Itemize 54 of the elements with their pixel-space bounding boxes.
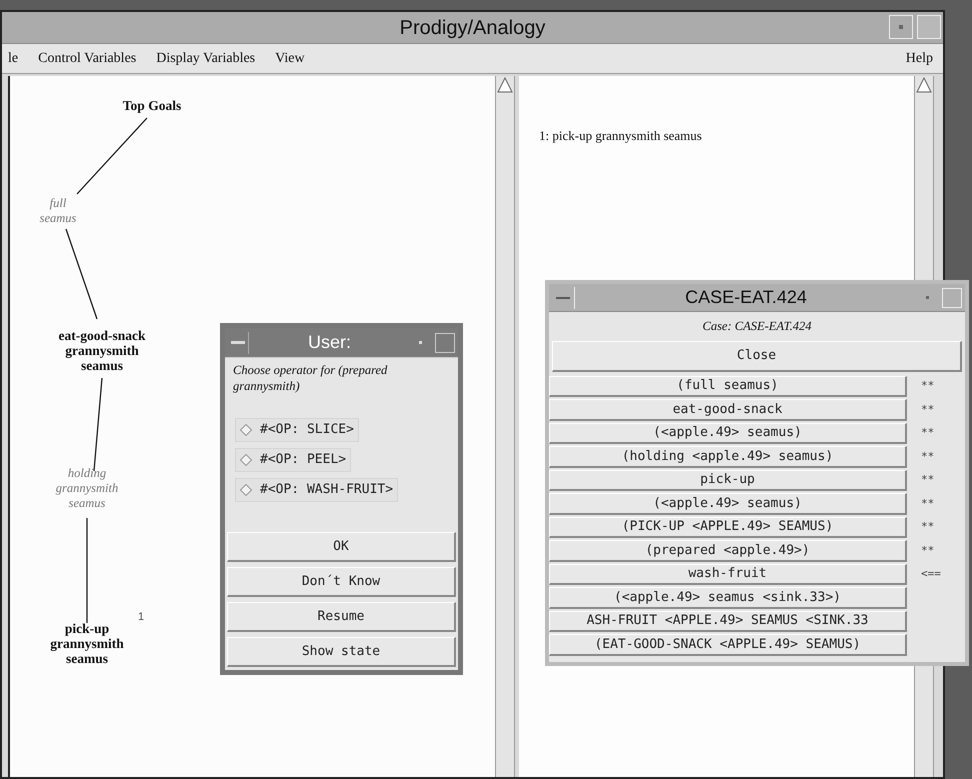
case-step-button[interactable]: ASH-FRUIT <APPLE.49> SEAMUS <SINK.33 [549,610,907,632]
step-marker: ** [921,425,934,442]
scroll-up-icon[interactable] [915,76,933,94]
case-step-button[interactable]: (<apple.49> seamus <sink.33>) [549,587,907,609]
step-marker: ** [921,378,934,394]
node-number: 1 [138,610,144,625]
plan-step: 1: pick-up grannysmith seamus [539,126,914,146]
dialog-button[interactable]: Resume [227,602,456,632]
step-marker: ** [921,402,934,418]
radio-option[interactable]: #<OP: WASH-FRUIT> [235,478,398,502]
goal-label: pick-up grannysmith seamus [50,621,124,666]
menu-item[interactable]: View [275,48,305,69]
case-step-button[interactable]: (full seamus) [549,376,907,398]
menu-item[interactable]: le [8,48,18,69]
case-step-button[interactable]: wash-fruit [549,564,907,586]
goal-label: Top Goals [122,98,182,113]
help-menu[interactable]: Help [906,48,933,69]
radio-icon[interactable] [240,454,252,466]
dialog-button[interactable]: OK [227,532,456,562]
dialog-title: CASE-EAT.424 [685,286,807,309]
step-marker: ** [921,519,934,536]
step-marker: ** [921,542,934,559]
state-label: holding grannysmith seamus [56,466,118,511]
radio-option[interactable]: #<OP: SLICE> [235,418,359,442]
minimize-icon[interactable] [889,15,913,39]
case-subtitle: Case: CASE-EAT.424 [701,318,812,335]
step-marker: <== [921,566,941,582]
state-label: full seamus [40,196,76,226]
case-step-button[interactable]: (prepared <apple.49>) [549,540,907,562]
menu-item[interactable]: Display Variables [156,48,256,69]
prompt-text: Choose operator for (prepared grannysmith) [232,362,388,394]
goal-label: eat-good-snack grannysmith seamus [58,328,146,373]
case-step-button[interactable]: (holding <apple.49> seamus) [549,446,907,468]
case-step-button[interactable]: (<apple.49> seamus) [549,493,907,515]
radio-icon[interactable] [240,424,252,436]
scrollbar[interactable] [495,76,515,777]
step-marker: ** [921,496,934,512]
case-step-button[interactable]: pick-up [549,470,907,492]
dialog-title: User: [308,331,351,354]
case-step-button[interactable]: eat-good-snack [549,399,907,421]
dialog-button[interactable]: Don´t Know [227,567,456,597]
scroll-up-icon[interactable] [496,76,514,94]
case-step-button[interactable]: (PICK-UP <APPLE.49> SEAMUS) [549,516,907,538]
step-marker: ** [921,448,934,465]
case-step-button[interactable]: (EAT-GOOD-SNACK <APPLE.49> SEAMUS) [549,634,907,656]
maximize-icon[interactable] [434,332,455,352]
close-button[interactable]: Close [552,340,962,372]
radio-icon[interactable] [240,484,252,496]
case-step-button[interactable]: (<apple.49> seamus) [549,422,907,444]
window-title: Prodigy/Analogy [400,16,546,40]
step-marker: ** [921,472,934,488]
menu-item[interactable]: Control Variables [38,48,136,69]
dialog-button[interactable]: Show state [227,637,456,667]
radio-option[interactable]: #<OP: PEEL> [235,448,352,472]
